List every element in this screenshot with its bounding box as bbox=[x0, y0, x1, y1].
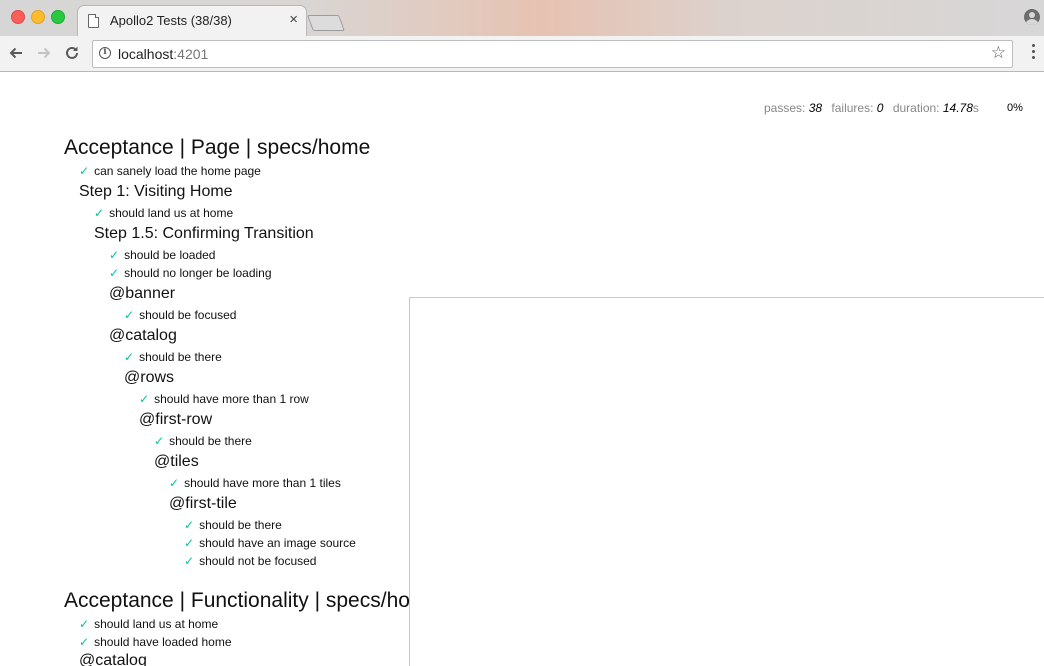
test-title: should not be focused bbox=[199, 554, 317, 568]
url-text: localhost:4201 bbox=[118, 46, 208, 62]
test-item[interactable]: ✓ should be focused bbox=[124, 308, 236, 322]
page-content: passes: 38 failures: 0 duration: 14.78s … bbox=[0, 72, 1044, 666]
test-item[interactable]: ✓ can sanely load the home page bbox=[79, 164, 261, 178]
close-window-button[interactable] bbox=[11, 10, 25, 24]
test-item[interactable]: ✓ should have more than 1 tiles bbox=[169, 476, 341, 490]
check-icon: ✓ bbox=[94, 206, 105, 220]
test-item[interactable]: ✓ should no longer be loading bbox=[109, 266, 272, 280]
test-title: should no longer be loading bbox=[124, 266, 272, 280]
duration-unit: s bbox=[972, 101, 979, 115]
passes-label: passes: bbox=[764, 101, 806, 115]
passes-value: 38 bbox=[808, 101, 823, 115]
failures-label: failures: bbox=[831, 101, 874, 115]
check-icon: ✓ bbox=[109, 248, 120, 262]
browser-tab[interactable]: Apollo2 Tests (38/38) × bbox=[78, 6, 306, 36]
progress-percent: 0% bbox=[1007, 102, 1023, 114]
test-title: should land us at home bbox=[94, 617, 219, 631]
test-title: should be there bbox=[169, 434, 252, 448]
test-item[interactable]: ✓ should be there bbox=[154, 434, 252, 448]
suite-title[interactable]: @first-tile bbox=[169, 495, 237, 513]
test-title: should be loaded bbox=[124, 248, 216, 262]
check-icon: ✓ bbox=[154, 434, 165, 448]
test-title: should have more than 1 tiles bbox=[184, 476, 341, 490]
passes-stat[interactable]: passes: 38 bbox=[764, 101, 822, 115]
test-app-container bbox=[409, 297, 1044, 666]
check-icon: ✓ bbox=[124, 350, 135, 364]
test-item[interactable]: ✓ should land us at home bbox=[79, 617, 218, 631]
tab-close-icon[interactable]: × bbox=[289, 11, 298, 29]
info-icon[interactable]: i bbox=[99, 47, 111, 59]
test-item[interactable]: ✓ should be loaded bbox=[109, 248, 215, 262]
suite-title[interactable]: @first-row bbox=[139, 411, 212, 429]
failures-stat[interactable]: failures: 0 bbox=[831, 101, 883, 115]
url-port: :4201 bbox=[173, 46, 209, 62]
window-titlebar: Apollo2 Tests (38/38) × bbox=[0, 0, 1044, 36]
duration-label: duration: bbox=[892, 101, 940, 115]
duration-value: 14.78 bbox=[942, 101, 973, 115]
test-item[interactable]: ✓ should have more than 1 row bbox=[139, 392, 309, 406]
test-title: should land us at home bbox=[109, 206, 234, 220]
suite-title[interactable]: @catalog bbox=[109, 327, 177, 345]
duration-stat: duration: 14.78s bbox=[893, 101, 979, 115]
suite-title[interactable]: Acceptance | Functionality | specs/home bbox=[64, 589, 439, 613]
check-icon: ✓ bbox=[184, 554, 195, 568]
test-title: should be there bbox=[139, 350, 222, 364]
failures-value: 0 bbox=[876, 101, 884, 115]
suite-title[interactable]: Step 1.5: Confirming Transition bbox=[94, 225, 314, 243]
test-title: should have loaded home bbox=[94, 635, 232, 649]
new-tab-button[interactable] bbox=[307, 15, 345, 31]
check-icon: ✓ bbox=[109, 266, 120, 280]
suite-title[interactable]: @tiles bbox=[154, 453, 199, 471]
test-title: can sanely load the home page bbox=[94, 164, 261, 178]
check-icon: ✓ bbox=[184, 518, 195, 532]
test-title: should be there bbox=[199, 518, 282, 532]
test-title: should have an image source bbox=[199, 536, 356, 550]
check-icon: ✓ bbox=[79, 635, 90, 649]
suite-title[interactable]: @rows bbox=[124, 369, 174, 387]
url-host: localhost bbox=[118, 46, 174, 62]
check-icon: ✓ bbox=[139, 392, 150, 406]
document-icon bbox=[88, 14, 99, 28]
reload-icon[interactable] bbox=[61, 42, 83, 64]
profile-icon[interactable] bbox=[1024, 9, 1040, 25]
back-arrow-icon[interactable] bbox=[5, 42, 27, 64]
check-icon: ✓ bbox=[79, 617, 90, 631]
minimize-window-button[interactable] bbox=[31, 10, 45, 24]
test-item[interactable]: ✓ should be there bbox=[184, 518, 282, 532]
check-icon: ✓ bbox=[184, 536, 195, 550]
suite-title[interactable]: Acceptance | Page | specs/home bbox=[64, 136, 370, 160]
check-icon: ✓ bbox=[124, 308, 135, 322]
mocha-stats: passes: 38 failures: 0 duration: 14.78s bbox=[764, 101, 985, 115]
address-bar[interactable]: i localhost:4201 ☆ bbox=[92, 40, 1013, 68]
browser-menu-icon[interactable] bbox=[1032, 44, 1036, 62]
maximize-window-button[interactable] bbox=[51, 10, 65, 24]
test-item[interactable]: ✓ should not be focused bbox=[184, 554, 316, 568]
suite-title[interactable]: Step 1: Visiting Home bbox=[79, 183, 233, 201]
suite-title[interactable]: @catalog bbox=[79, 652, 147, 666]
suite-title[interactable]: @banner bbox=[109, 285, 175, 303]
test-title: should be focused bbox=[139, 308, 237, 322]
test-item[interactable]: ✓ should have an image source bbox=[184, 536, 356, 550]
test-item[interactable]: ✓ should land us at home bbox=[94, 206, 233, 220]
check-icon: ✓ bbox=[169, 476, 180, 490]
test-item[interactable]: ✓ should have loaded home bbox=[79, 635, 232, 649]
browser-toolbar: i localhost:4201 ☆ bbox=[0, 36, 1044, 72]
forward-arrow-icon[interactable] bbox=[33, 42, 55, 64]
tab-title: Apollo2 Tests (38/38) bbox=[110, 13, 232, 28]
test-title: should have more than 1 row bbox=[154, 392, 309, 406]
bookmark-star-icon[interactable]: ☆ bbox=[991, 43, 1006, 63]
test-item[interactable]: ✓ should be there bbox=[124, 350, 222, 364]
check-icon: ✓ bbox=[79, 164, 90, 178]
